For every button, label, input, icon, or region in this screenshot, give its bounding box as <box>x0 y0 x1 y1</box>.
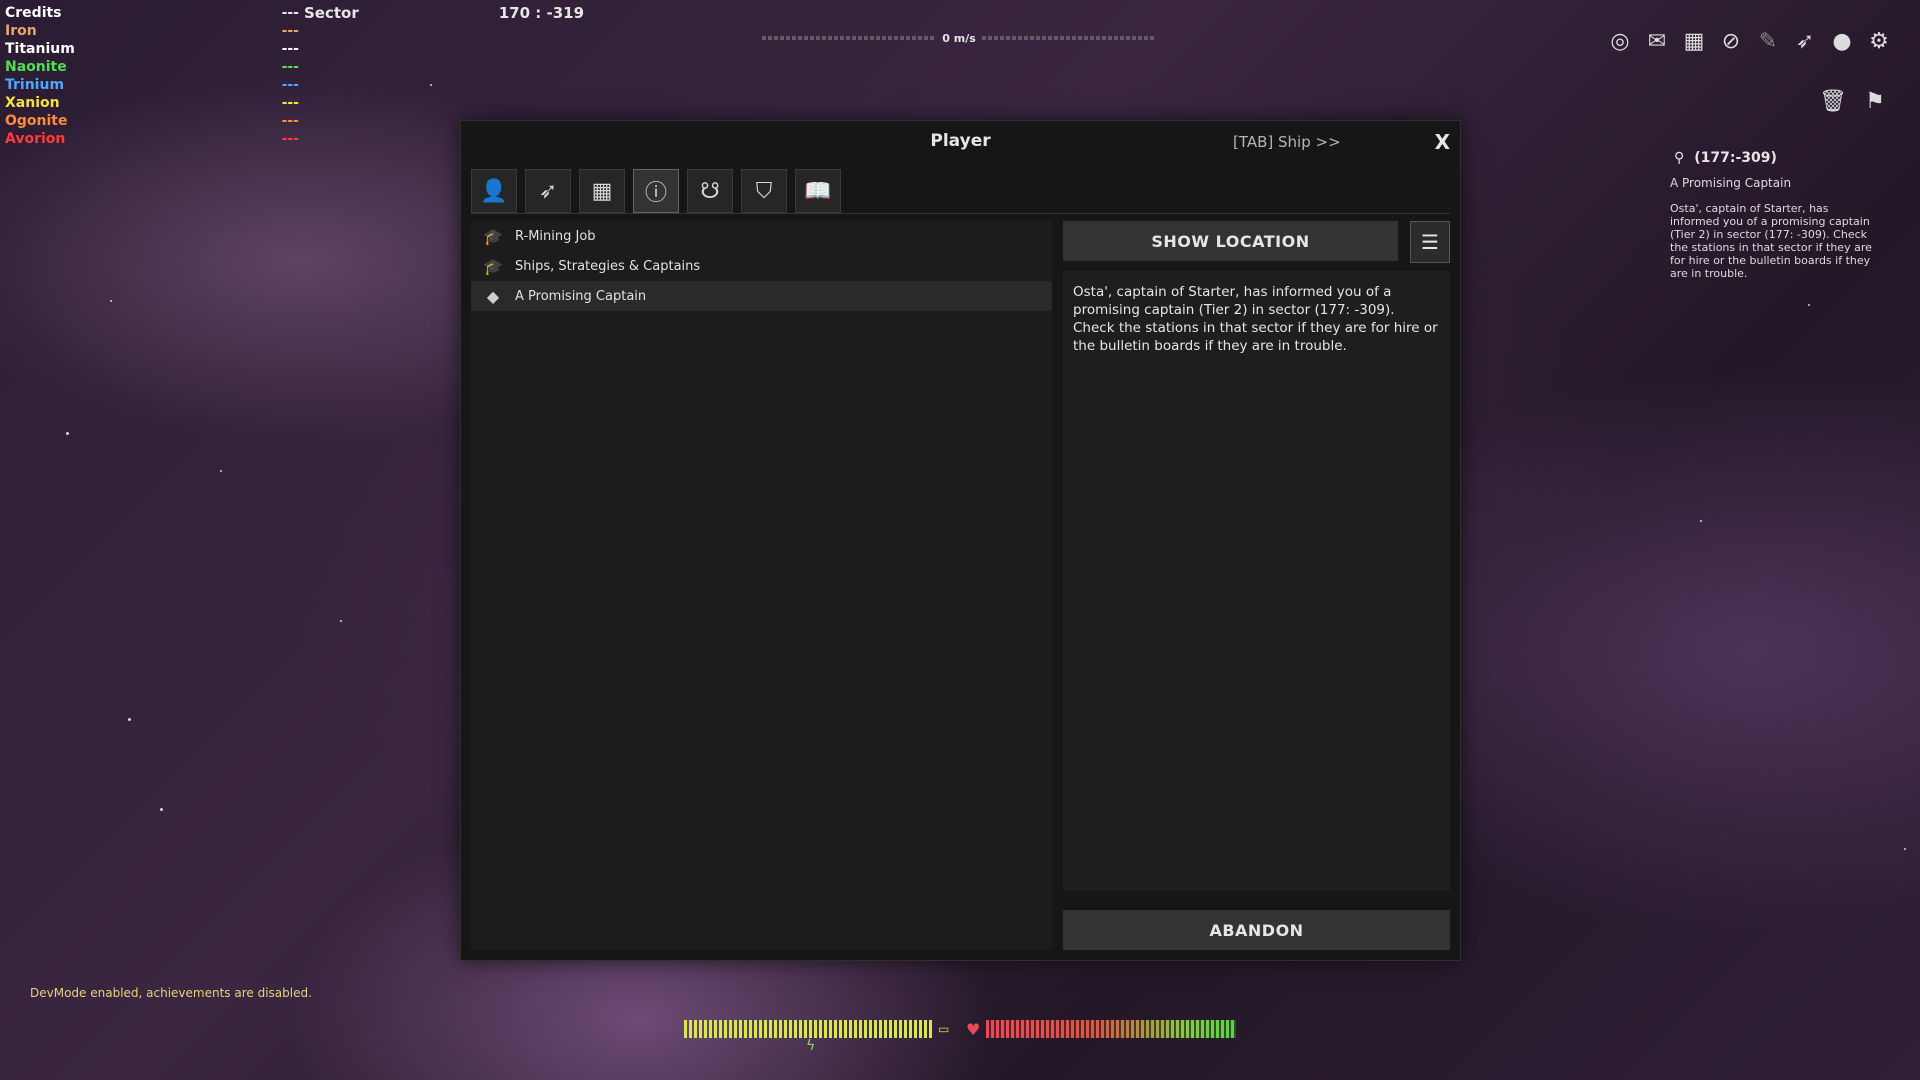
sector-label: Sector <box>304 4 359 22</box>
hull-bar <box>986 1020 1236 1038</box>
tracker-location[interactable]: ⚲ (177:-309) <box>1670 150 1880 166</box>
sector-coords: 170 : -319 <box>498 4 585 22</box>
credits-value: --- <box>281 5 299 21</box>
energy-bar <box>684 1020 934 1038</box>
resource-row-trinium: Trinium --- <box>5 76 299 94</box>
resource-row-naonite: Naonite --- <box>5 58 299 76</box>
player-tab-icon[interactable]: 👤 <box>471 169 517 213</box>
resource-name: Trinium <box>5 77 65 93</box>
lightning-icon: ϟ <box>806 1038 816 1054</box>
flag-icon[interactable]: ⚑ <box>1860 86 1890 116</box>
resource-row-avorion: Avorion --- <box>5 130 299 148</box>
resource-value: --- <box>281 77 299 93</box>
ship-icon[interactable]: ➶ <box>1790 26 1820 56</box>
strategy-icon[interactable]: ▦ <box>1679 26 1709 56</box>
close-button[interactable]: X <box>1435 130 1450 154</box>
shield-icon: ♥ <box>966 1020 981 1039</box>
tutorial-icon: 🎓 <box>483 226 503 246</box>
ships-tab-icon[interactable]: ➶ <box>525 169 571 213</box>
trash-icon[interactable]: 🗑 <box>1818 86 1848 116</box>
resource-value: --- <box>281 23 299 39</box>
alliance-tab-icon[interactable]: ⛉ <box>741 169 787 213</box>
speed-indicator: 0 m/s <box>762 28 1157 48</box>
resource-row-titanium: Titanium --- <box>5 40 299 58</box>
codex-tab-icon[interactable]: 📖 <box>795 169 841 213</box>
resource-value: --- <box>281 113 299 129</box>
tracker-location-text: (177:-309) <box>1694 150 1777 166</box>
tutorial-icon: 🎓 <box>483 256 503 276</box>
mission-label: R-Mining Job <box>515 228 596 244</box>
list-item[interactable]: 🎓 R-Mining Job <box>471 221 1052 251</box>
top-menu-icons: ◎ ✉ ▦ ⊘ ✎ ➶ ● ⚙ <box>1605 26 1894 56</box>
resource-row-ogonite: Ogonite --- <box>5 112 299 130</box>
speed-text: 0 m/s <box>942 31 976 45</box>
mission-description: Osta', captain of Starter, has informed … <box>1073 284 1438 354</box>
player-window: Player [TAB] Ship >> X 👤 ➶ ▦ ⓘ ☋ ⛉ 📖 🎓 R… <box>460 120 1461 961</box>
mission-label: Ships, Strategies & Captains <box>515 258 701 274</box>
resource-value: --- <box>281 59 299 75</box>
devmode-notice: DevMode enabled, achievements are disabl… <box>30 986 312 1000</box>
resource-name: Titanium <box>5 41 75 57</box>
resource-name: Ogonite <box>5 113 68 129</box>
mission-detail: SHOW LOCATION ☰ Osta', captain of Starte… <box>1063 221 1450 950</box>
resource-panel: Credits --- Iron --- Titanium --- Naonit… <box>5 4 299 148</box>
location-pin-icon: ⚲ <box>1674 150 1685 166</box>
mission-label: A Promising Captain <box>515 288 647 304</box>
settings-icon[interactable]: ⚙ <box>1864 26 1894 56</box>
mission-diamond-icon: ◆ <box>486 286 500 306</box>
resource-row-xanion: Xanion --- <box>5 94 299 112</box>
speed-bar-left <box>762 36 937 40</box>
resource-name: Xanion <box>5 95 60 111</box>
tracker-title: A Promising Captain <box>1670 176 1792 190</box>
resource-value: --- <box>281 41 299 57</box>
mission-description-box: Osta', captain of Starter, has informed … <box>1063 271 1450 891</box>
compass-icon[interactable]: ⊘ <box>1716 26 1746 56</box>
tracker-description: Osta', captain of Starter, has informed … <box>1670 202 1872 280</box>
resource-value: --- <box>281 95 299 111</box>
resource-name: Naonite <box>5 59 67 75</box>
list-item[interactable]: ◆ A Promising Captain <box>471 281 1052 311</box>
build-icon[interactable]: ✎ <box>1753 26 1783 56</box>
tabs-divider <box>471 213 1450 214</box>
mail-icon[interactable]: ✉ <box>1642 26 1672 56</box>
inventory-tab-icon[interactable]: ▦ <box>579 169 625 213</box>
resource-value: --- <box>281 131 299 147</box>
abandon-button[interactable]: ABANDON <box>1063 910 1450 950</box>
relations-tab-icon[interactable]: ☋ <box>687 169 733 213</box>
list-item[interactable]: 🎓 Ships, Strategies & Captains <box>471 251 1052 281</box>
player-icon[interactable]: ● <box>1827 26 1857 56</box>
battery-icon: ▭ <box>938 1022 950 1036</box>
sector-indicator: Sector 170 : -319 <box>304 4 584 22</box>
top-tools: 🗑 ⚑ <box>1818 86 1890 116</box>
radar-icon[interactable]: ◎ <box>1605 26 1635 56</box>
window-tabs: 👤 ➶ ▦ ⓘ ☋ ⛉ 📖 <box>471 169 841 213</box>
resource-row-iron: Iron --- <box>5 22 299 40</box>
mission-tracker: ⚲ (177:-309) A Promising Captain Osta', … <box>1670 150 1880 280</box>
show-location-button[interactable]: SHOW LOCATION <box>1063 221 1398 261</box>
window-header: Player [TAB] Ship >> X <box>461 121 1460 163</box>
missions-tab-icon[interactable]: ⓘ <box>633 169 679 213</box>
credits-row: Credits --- <box>5 4 299 22</box>
resource-name: Iron <box>5 23 37 39</box>
resource-name: Avorion <box>5 131 66 147</box>
credits-label: Credits <box>5 5 62 21</box>
mission-list-toggle-icon[interactable]: ☰ <box>1410 221 1450 263</box>
switch-to-ship-button[interactable]: [TAB] Ship >> <box>1233 133 1341 151</box>
mission-list: 🎓 R-Mining Job 🎓 Ships, Strategies & Cap… <box>471 221 1052 950</box>
speed-bar-right <box>981 36 1157 40</box>
